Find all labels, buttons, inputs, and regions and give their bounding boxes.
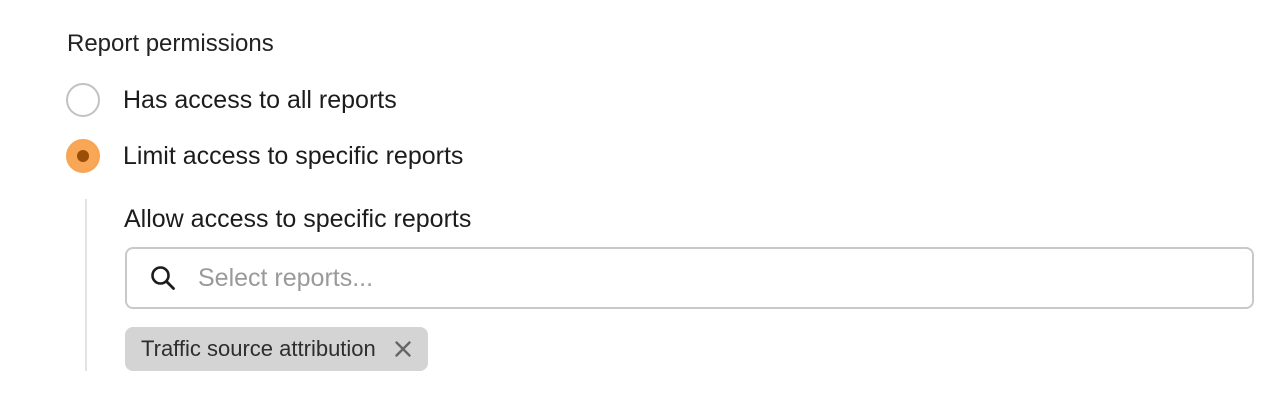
radio-option-limit-reports[interactable]: Limit access to specific reports [66, 137, 463, 175]
report-permissions-title: Report permissions [67, 30, 274, 57]
selected-report-chip: Traffic source attribution [125, 327, 428, 371]
radio-button-checked[interactable] [66, 139, 100, 173]
radio-label-all-reports: Has access to all reports [123, 86, 397, 114]
radio-label-limit-reports: Limit access to specific reports [123, 142, 464, 170]
close-icon[interactable] [392, 338, 414, 360]
radio-selected-dot [77, 150, 89, 162]
report-search-box[interactable] [125, 247, 1254, 309]
radio-option-all-reports[interactable]: Has access to all reports [66, 81, 397, 119]
search-icon [149, 264, 177, 292]
specific-reports-panel: Allow access to specific reports Traffic… [85, 199, 1267, 371]
report-search-input[interactable] [198, 258, 1252, 298]
chip-label: Traffic source attribution [141, 336, 376, 361]
specific-reports-title: Allow access to specific reports [124, 205, 472, 233]
radio-button-unchecked[interactable] [66, 83, 100, 117]
